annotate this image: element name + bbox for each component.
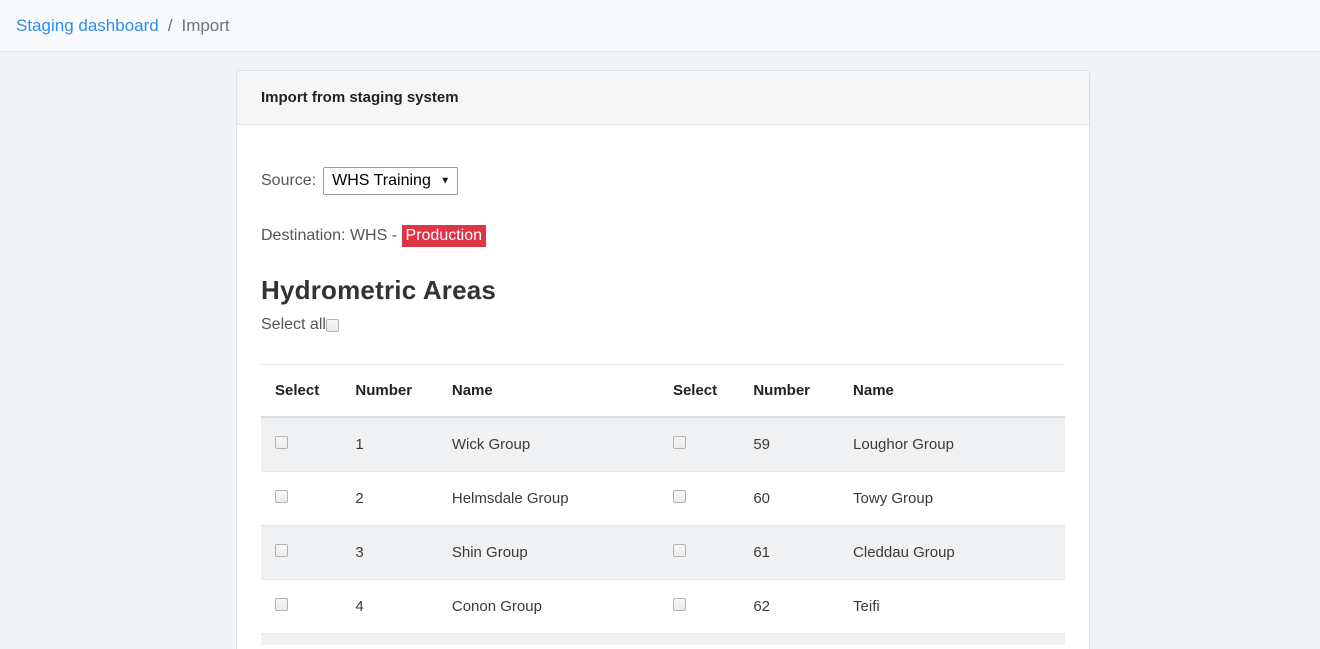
row-select-checkbox-left[interactable]: [275, 598, 288, 611]
panel-body: Source: WHS Training ▼ Destination: WHS …: [237, 125, 1089, 645]
table-row: 2Helmsdale Group 60Towy Group: [261, 471, 1065, 525]
row-select-checkbox-left[interactable]: [275, 544, 288, 557]
row-number-left: 4: [341, 579, 437, 633]
row-number-left: 3: [341, 525, 437, 579]
breadcrumb-current: Import: [181, 16, 229, 36]
breadcrumb-link-staging-dashboard[interactable]: Staging dashboard: [16, 16, 159, 36]
row-name-left: Conon Group: [438, 579, 659, 633]
row-select-cell-right: [659, 525, 739, 579]
panel-header: Import from staging system: [237, 71, 1089, 125]
breadcrumb: Staging dashboard / Import: [0, 0, 1320, 52]
row-number-right: 62: [739, 579, 839, 633]
row-number-left: 2: [341, 471, 437, 525]
row-select-cell-left: [261, 579, 341, 633]
row-name-left: Wick Group: [438, 417, 659, 471]
destination-environment-badge: Production: [402, 225, 487, 247]
table-header-row: SelectNumberNameSelectNumberName: [261, 365, 1065, 418]
partial-next-row: [261, 633, 1065, 645]
row-number-right: 59: [739, 417, 839, 471]
import-panel: Import from staging system Source: WHS T…: [236, 70, 1090, 649]
source-select-wrap: WHS Training ▼: [323, 167, 458, 195]
destination-field: Destination: WHS - Production: [261, 227, 1065, 245]
row-select-checkbox-right[interactable]: [673, 544, 686, 557]
row-name-left: Helmsdale Group: [438, 471, 659, 525]
row-select-checkbox-right[interactable]: [673, 436, 686, 449]
column-header-name-5: Name: [839, 365, 1065, 418]
column-header-name-2: Name: [438, 365, 659, 418]
row-select-cell-right: [659, 471, 739, 525]
row-name-right: Cleddau Group: [839, 525, 1065, 579]
row-select-cell-left: [261, 525, 341, 579]
row-select-cell-right: [659, 579, 739, 633]
row-select-cell-left: [261, 471, 341, 525]
row-name-right: Towy Group: [839, 471, 1065, 525]
source-label: Source:: [261, 172, 316, 190]
source-field: Source: WHS Training ▼: [261, 167, 1065, 195]
row-name-right: Loughor Group: [839, 417, 1065, 471]
row-number-right: 60: [739, 471, 839, 525]
select-all-checkbox[interactable]: [326, 319, 339, 332]
row-select-checkbox-left[interactable]: [275, 436, 288, 449]
row-name-left: Shin Group: [438, 525, 659, 579]
table-row: 1Wick Group 59Loughor Group: [261, 417, 1065, 471]
panel-title: Import from staging system: [261, 89, 459, 106]
page-content: Import from staging system Source: WHS T…: [0, 52, 1320, 649]
breadcrumb-separator: /: [168, 16, 173, 36]
row-select-cell-left: [261, 417, 341, 471]
table-row: 3Shin Group 61Cleddau Group: [261, 525, 1065, 579]
section-title: Hydrometric Areas: [261, 275, 1065, 306]
column-header-number-4: Number: [739, 365, 839, 418]
row-select-checkbox-left[interactable]: [275, 490, 288, 503]
row-select-checkbox-right[interactable]: [673, 490, 686, 503]
column-header-select-3: Select: [659, 365, 739, 418]
source-select[interactable]: WHS Training: [323, 167, 458, 195]
hydrometric-areas-table: SelectNumberNameSelectNumberName 1Wick G…: [261, 364, 1065, 633]
row-select-cell-right: [659, 417, 739, 471]
destination-prefix: WHS -: [350, 227, 397, 244]
select-all-row: Select all: [261, 316, 1065, 334]
select-all-label: Select all: [261, 316, 326, 334]
destination-label: Destination:: [261, 227, 346, 244]
row-number-right: 61: [739, 525, 839, 579]
column-header-number-1: Number: [341, 365, 437, 418]
column-header-select-0: Select: [261, 365, 341, 418]
table-row: 4Conon Group 62Teifi: [261, 579, 1065, 633]
row-select-checkbox-right[interactable]: [673, 598, 686, 611]
row-name-right: Teifi: [839, 579, 1065, 633]
row-number-left: 1: [341, 417, 437, 471]
